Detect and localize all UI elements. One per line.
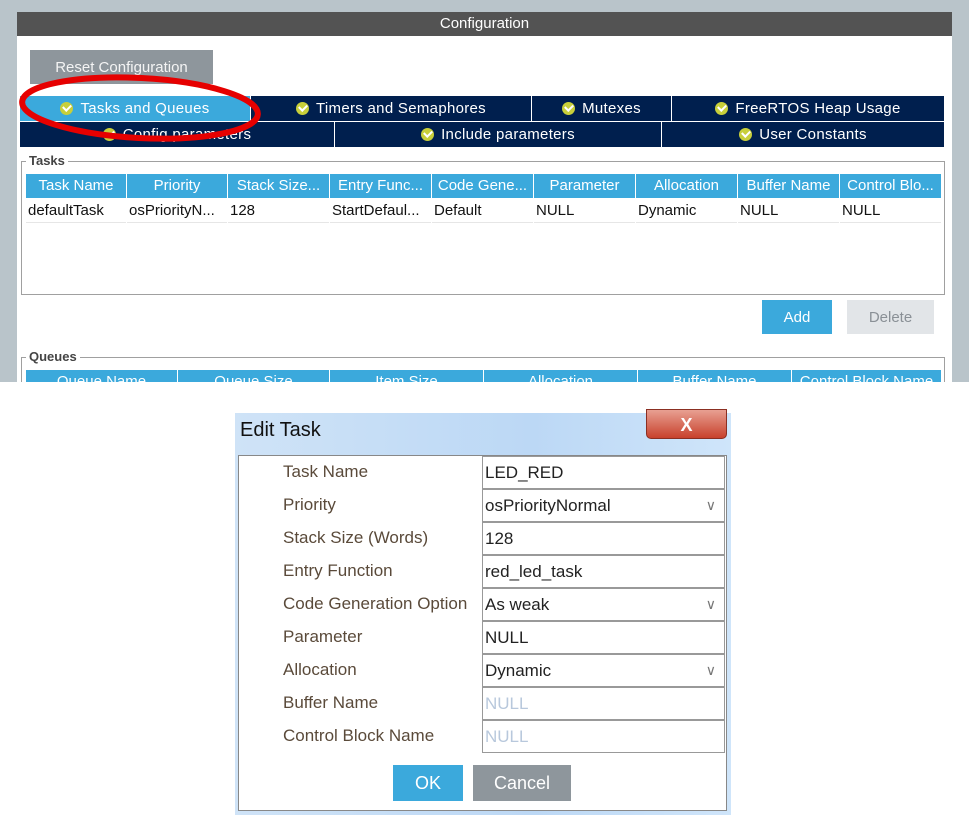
- delete-task-button[interactable]: Delete: [847, 300, 934, 334]
- tab-label: Include parameters: [441, 126, 575, 143]
- configuration-title: Configuration: [17, 12, 952, 36]
- table-cell[interactable]: defaultTask: [26, 199, 126, 223]
- field-label: Entry Function: [283, 561, 393, 580]
- field-label: Task Name: [283, 462, 369, 481]
- field-input[interactable]: NULL: [482, 621, 725, 654]
- field-value: LED_RED: [485, 463, 564, 482]
- field-input[interactable]: red_led_task: [482, 555, 725, 588]
- cancel-button[interactable]: Cancel: [473, 765, 571, 801]
- field-value: Dynamic: [485, 661, 552, 680]
- ok-button[interactable]: OK: [393, 765, 463, 801]
- field-select[interactable]: Dynamic ∨: [482, 654, 725, 687]
- field-input[interactable]: NULL: [482, 720, 725, 753]
- table-cell[interactable]: StartDefaul...: [330, 199, 431, 223]
- column-header[interactable]: Code Gene...: [432, 174, 533, 198]
- tab-mutexes[interactable]: Mutexes: [532, 96, 672, 121]
- chevron-down-icon[interactable]: ∨: [706, 655, 716, 686]
- field-label: Control Block Name: [283, 726, 435, 745]
- table-cell[interactable]: NULL: [738, 199, 839, 223]
- tasks-legend: Tasks: [26, 154, 68, 168]
- add-task-button[interactable]: Add: [762, 300, 832, 334]
- dialog-title: Edit Task: [240, 419, 321, 441]
- field-select[interactable]: osPriorityNormal ∨: [482, 489, 725, 522]
- tab-label: FreeRTOS Heap Usage: [735, 100, 901, 117]
- check-icon: [715, 102, 729, 115]
- highlight-ellipse: [19, 74, 261, 142]
- field-input[interactable]: 128: [482, 522, 725, 555]
- field-label: Parameter: [283, 627, 363, 646]
- field-value: NULL: [485, 694, 529, 713]
- column-header[interactable]: Stack Size...: [228, 174, 329, 198]
- tab-include-parameters[interactable]: Include parameters: [335, 121, 662, 147]
- table-cell[interactable]: Default: [432, 199, 533, 223]
- column-header[interactable]: Priority: [127, 174, 227, 198]
- field-label: Allocation: [283, 660, 357, 679]
- field-label: Priority: [283, 495, 336, 514]
- table-cell[interactable]: osPriorityN...: [127, 199, 227, 223]
- table-cell[interactable]: Dynamic: [636, 199, 737, 223]
- field-value: 128: [485, 529, 514, 548]
- close-icon[interactable]: X: [646, 409, 727, 439]
- tab-label: Timers and Semaphores: [316, 100, 486, 117]
- column-header[interactable]: Entry Func...: [330, 174, 431, 198]
- field-label: Stack Size (Words): [283, 528, 429, 547]
- tab-freertos-heap-usage[interactable]: FreeRTOS Heap Usage: [672, 96, 945, 121]
- field-label: Buffer Name: [283, 693, 379, 712]
- chevron-down-icon[interactable]: ∨: [706, 490, 716, 521]
- field-value: NULL: [485, 628, 529, 647]
- column-header[interactable]: Parameter: [534, 174, 635, 198]
- queues-legend: Queues: [26, 350, 80, 364]
- table-cell[interactable]: 128: [228, 199, 329, 223]
- tab-label: Mutexes: [582, 100, 641, 117]
- field-value: NULL: [485, 727, 529, 746]
- column-header[interactable]: Control Blo...: [840, 174, 941, 198]
- check-icon: [739, 128, 753, 141]
- column-header[interactable]: Buffer Name: [738, 174, 839, 198]
- field-input[interactable]: NULL: [482, 687, 725, 720]
- field-value: osPriorityNormal: [485, 496, 611, 515]
- check-icon: [562, 102, 576, 115]
- tab-user-constants[interactable]: User Constants: [662, 121, 945, 147]
- table-cell[interactable]: NULL: [840, 199, 941, 223]
- field-select[interactable]: As weak ∨: [482, 588, 725, 621]
- column-header[interactable]: Allocation: [636, 174, 737, 198]
- field-value: As weak: [485, 595, 550, 614]
- check-icon: [421, 128, 435, 141]
- table-cell[interactable]: NULL: [534, 199, 635, 223]
- column-header[interactable]: Task Name: [26, 174, 126, 198]
- field-value: red_led_task: [485, 562, 583, 581]
- field-label: Code Generation Option: [283, 594, 468, 613]
- tab-label: User Constants: [759, 126, 867, 143]
- chevron-down-icon[interactable]: ∨: [706, 589, 716, 620]
- field-input[interactable]: LED_RED: [482, 456, 725, 489]
